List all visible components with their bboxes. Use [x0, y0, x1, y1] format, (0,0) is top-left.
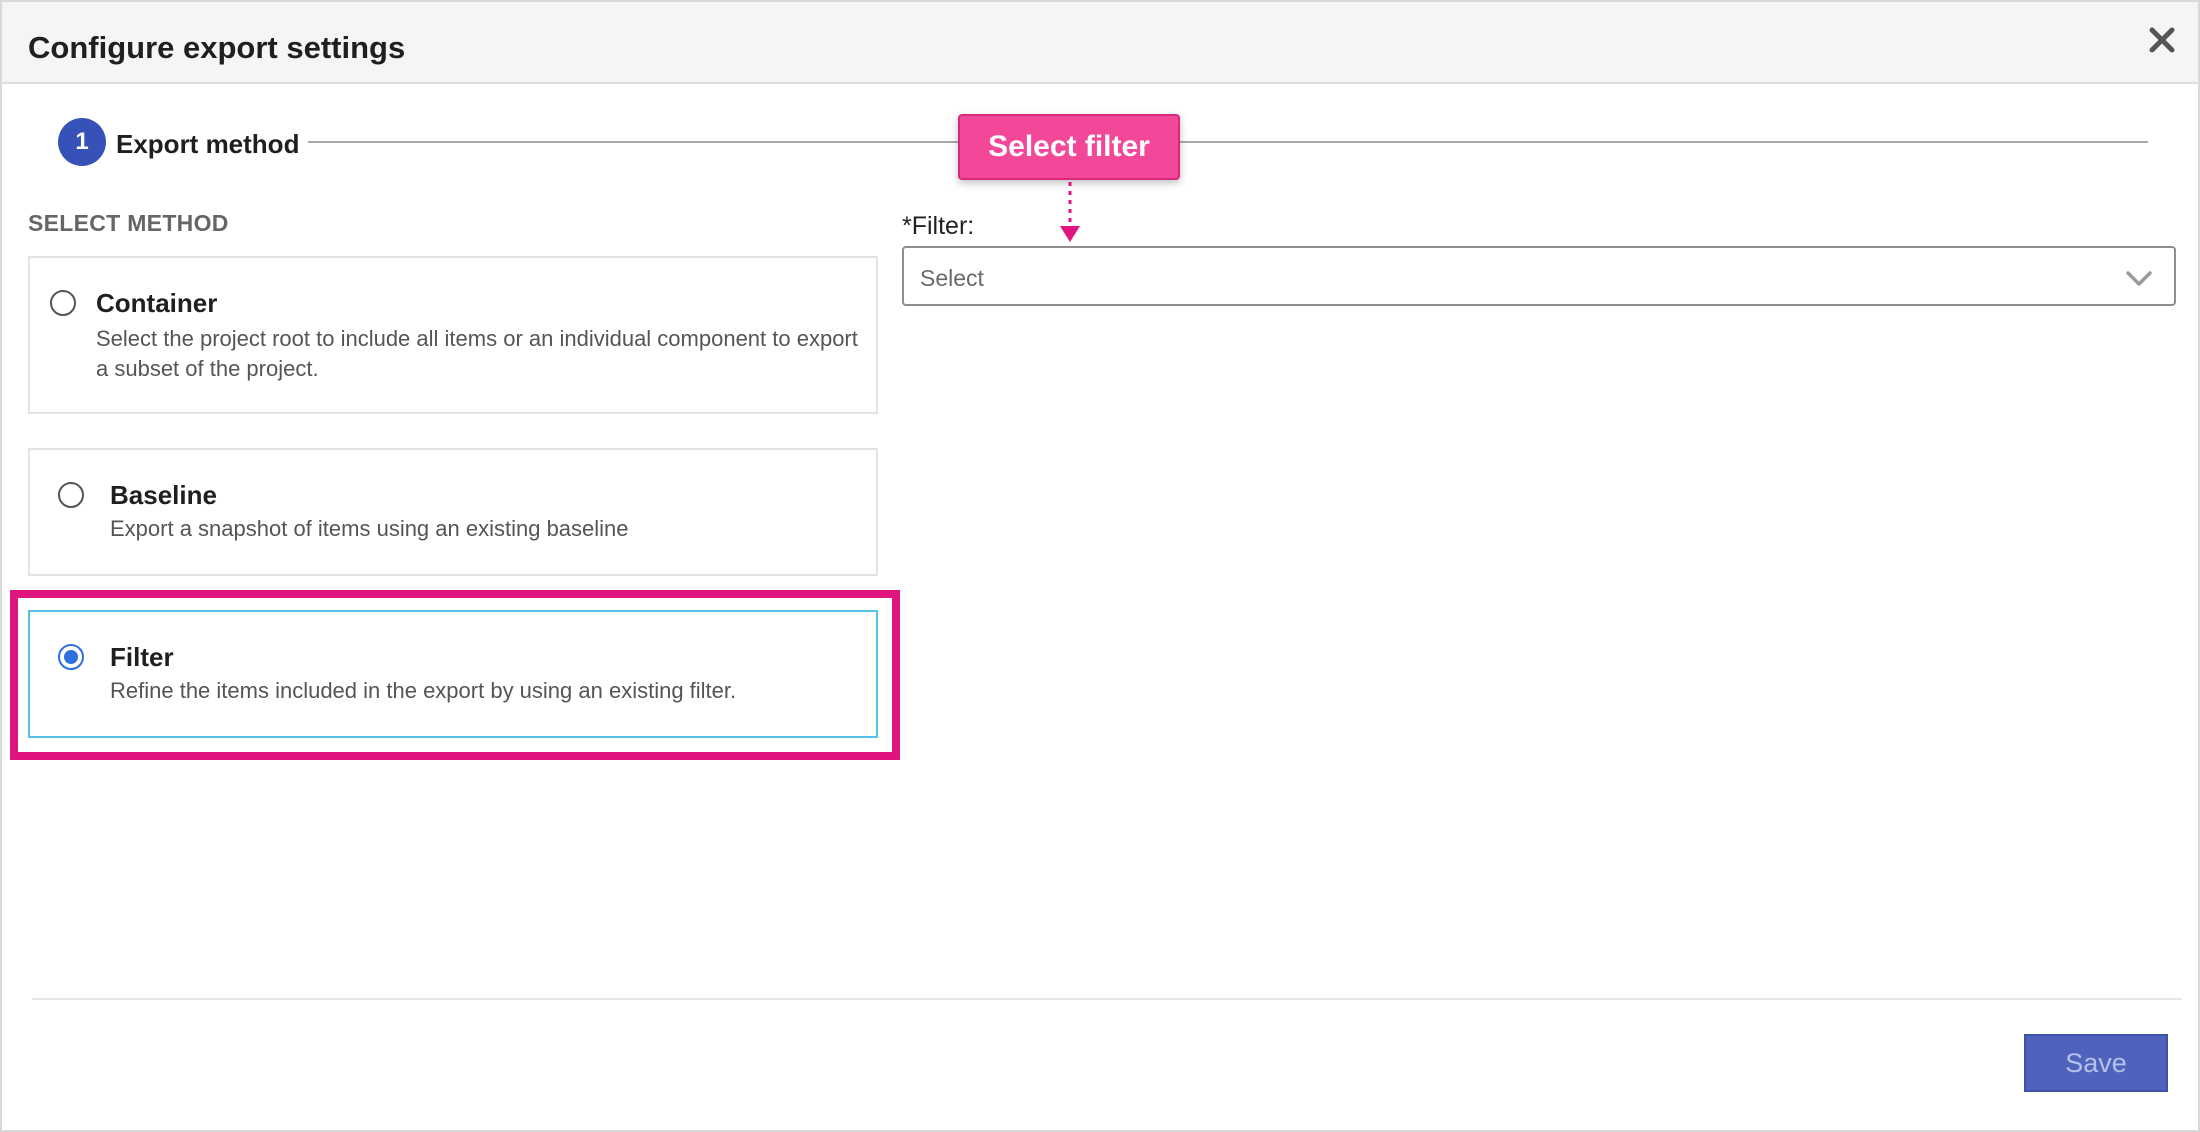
option-title: Container — [96, 288, 218, 318]
filter-field-label: *Filter: — [902, 212, 975, 240]
option-description: Export a snapshot of items using an exis… — [110, 516, 629, 541]
filter-select[interactable]: Select — [902, 246, 2176, 306]
method-option-filter[interactable]: Filter Refine the items included in the … — [28, 610, 878, 738]
select-method-heading: SELECT METHOD — [28, 210, 229, 236]
close-icon[interactable] — [2144, 22, 2180, 58]
footer-divider — [32, 998, 2182, 1000]
container-radio[interactable] — [50, 290, 76, 316]
callout-arrow-icon — [1060, 182, 1080, 242]
option-title: Filter — [110, 642, 174, 672]
chevron-down-icon — [2124, 264, 2154, 292]
export-settings-dialog: Configure export settings 1 Export metho… — [0, 0, 2200, 1132]
dialog-title: Configure export settings — [28, 30, 406, 65]
filter-radio[interactable] — [58, 644, 84, 670]
dialog-header: Configure export settings — [2, 2, 2198, 84]
option-description: Select the project root to include all i… — [96, 326, 858, 381]
select-filter-callout: Select filter — [958, 114, 1180, 180]
step-divider — [308, 141, 2148, 143]
step-number-badge: 1 — [58, 118, 106, 166]
method-option-baseline[interactable]: Baseline Export a snapshot of items usin… — [28, 448, 878, 576]
step-label: Export method — [116, 129, 300, 159]
filter-select-value: Select — [920, 265, 984, 291]
save-button[interactable]: Save — [2024, 1034, 2168, 1092]
method-option-container[interactable]: Container Select the project root to inc… — [28, 256, 878, 414]
option-description: Refine the items included in the export … — [110, 678, 737, 703]
option-title: Baseline — [110, 480, 217, 510]
baseline-radio[interactable] — [58, 482, 84, 508]
